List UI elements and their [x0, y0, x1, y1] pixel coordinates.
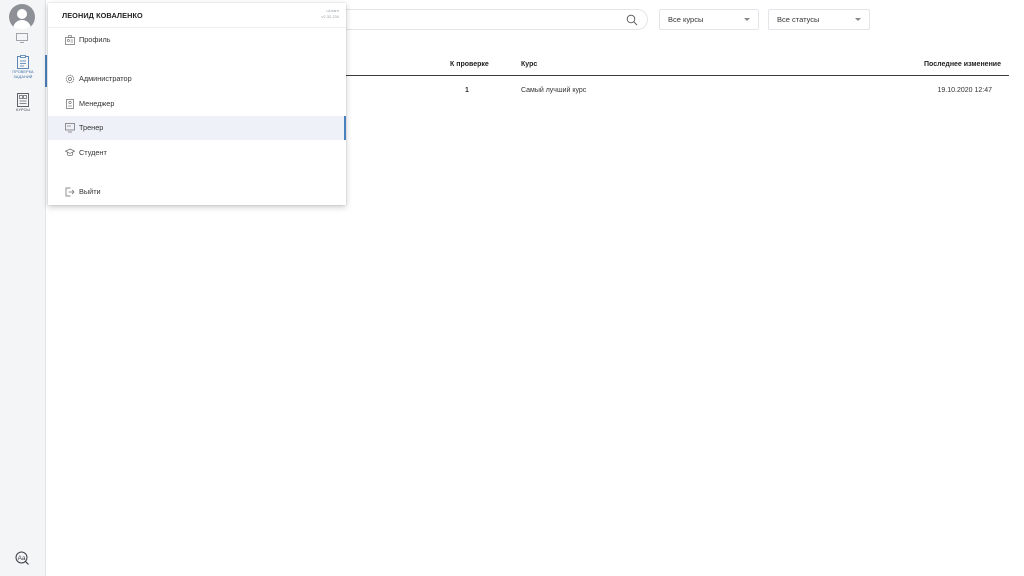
menu-item-label: Менеджер	[79, 99, 115, 108]
clipboard-check-icon	[17, 55, 29, 69]
menu-item-label: Тренер	[79, 123, 104, 132]
rail-caption-review-2: ЗАДАНИЙ	[13, 74, 33, 79]
trainer-icon	[65, 123, 75, 133]
app-version: v2.32.234	[321, 14, 339, 19]
manager-icon	[66, 99, 74, 109]
column-header-last-change[interactable]: Последнее изменение	[924, 61, 1001, 68]
avatar-head-shape	[17, 9, 27, 19]
profile-icon	[65, 35, 75, 45]
trainer-mode-icon[interactable]	[16, 33, 28, 43]
logout-icon	[65, 187, 75, 197]
avatar-body-shape	[13, 20, 31, 30]
user-menu: ЛЕОНИД КОВАЛЕНКО uLearn v2.32.234 Профил…	[48, 3, 346, 205]
column-header-to-review[interactable]: К проверке	[450, 61, 489, 68]
menu-item-logout[interactable]: Выйти	[48, 180, 346, 204]
cell-last-change: 19.10.2020 12:47	[937, 87, 993, 94]
user-name: ЛЕОНИД КОВАЛЕНКО	[62, 11, 143, 20]
chevron-down-icon	[855, 18, 861, 21]
rail-item-review[interactable]: ПРОВЕРКА ЗАДАНИЙ	[0, 55, 47, 87]
cell-to-review: 1	[465, 87, 469, 94]
menu-item-student[interactable]: Студент	[48, 141, 346, 165]
menu-item-label: Профиль	[79, 35, 111, 44]
menu-item-label: Студент	[79, 148, 107, 157]
table-row[interactable]: 1 Самый лучший курс 19.10.2020 12:47	[346, 83, 1009, 99]
menu-item-administrator[interactable]: Администратор	[48, 67, 346, 91]
gear-icon	[65, 74, 75, 84]
svg-text:Aa: Aa	[18, 555, 26, 562]
table-header: К проверке Курс Последнее изменение	[346, 57, 1009, 76]
student-icon	[65, 148, 75, 156]
menu-item-label: Администратор	[79, 74, 132, 83]
font-size-icon[interactable]: Aa	[15, 551, 29, 565]
courses-filter-value: Все курсы	[668, 15, 704, 24]
left-rail: ПРОВЕРКА ЗАДАНИЙ КУРСЫ Aa	[0, 0, 47, 576]
courses-filter-select[interactable]: Все курсы	[659, 9, 759, 30]
rail-item-courses[interactable]: КУРСЫ	[0, 93, 46, 123]
search-input[interactable]	[330, 9, 648, 30]
app-name: uLearn	[326, 8, 339, 13]
courses-icon	[17, 93, 29, 107]
user-menu-header: ЛЕОНИД КОВАЛЕНКО uLearn v2.32.234	[48, 3, 346, 28]
menu-item-trainer[interactable]: Тренер	[48, 116, 346, 140]
rail-caption-courses: КУРСЫ	[16, 108, 30, 112]
column-header-course[interactable]: Курс	[521, 61, 537, 68]
menu-item-label: Выйти	[79, 187, 101, 196]
menu-item-profile[interactable]: Профиль	[48, 28, 346, 52]
search-icon[interactable]	[626, 14, 638, 26]
cell-course: Самый лучший курс	[521, 87, 587, 94]
statuses-filter-select[interactable]: Все статусы	[768, 9, 870, 30]
chevron-down-icon	[744, 18, 750, 21]
menu-item-manager[interactable]: Менеджер	[48, 92, 346, 116]
avatar[interactable]	[9, 4, 35, 30]
statuses-filter-value: Все статусы	[777, 15, 820, 24]
